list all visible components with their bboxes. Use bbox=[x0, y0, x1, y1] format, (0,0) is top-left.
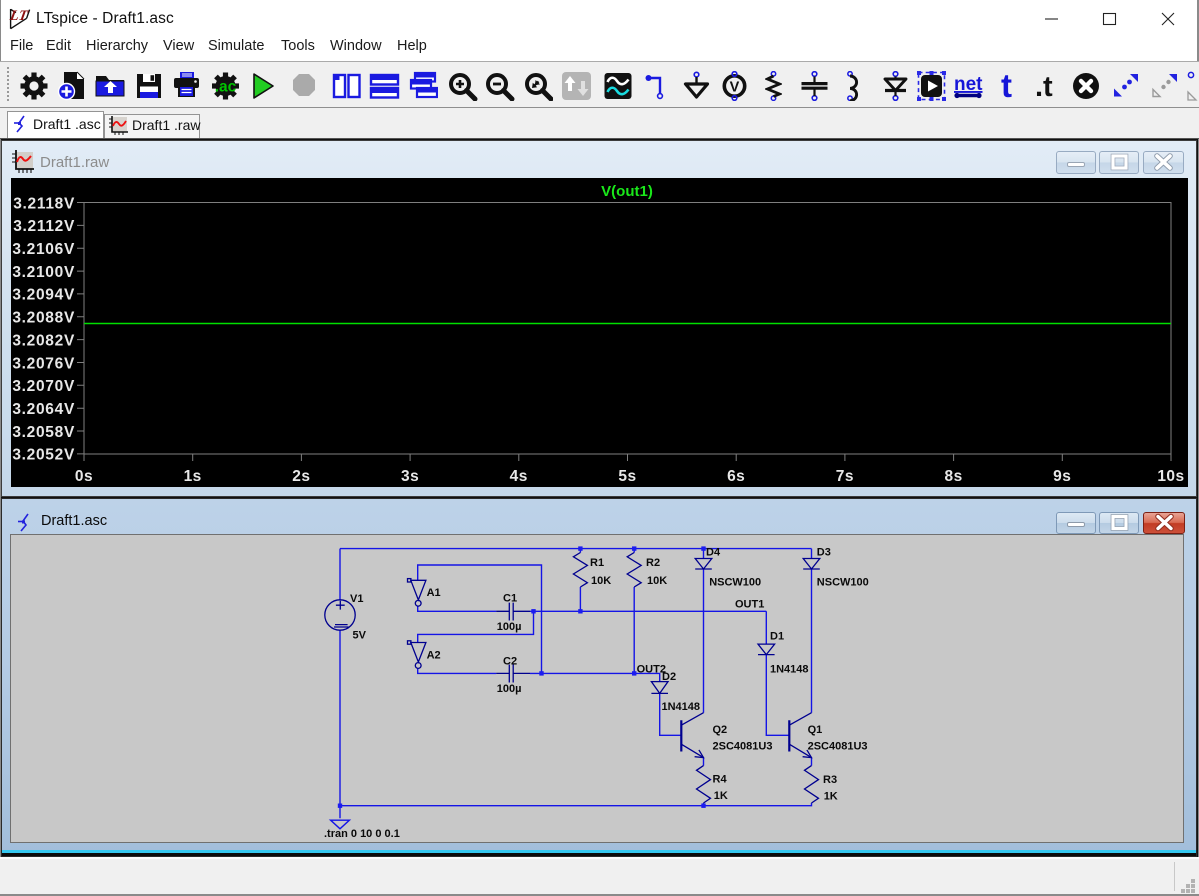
svg-text:A2: A2 bbox=[427, 649, 441, 661]
svg-text:8s: 8s bbox=[944, 468, 962, 485]
svg-text:R3: R3 bbox=[823, 774, 837, 786]
svg-text:D2: D2 bbox=[662, 671, 676, 683]
svg-text:3s: 3s bbox=[401, 468, 419, 485]
svg-text:3.2058V: 3.2058V bbox=[12, 424, 75, 441]
svg-text:3.2064V: 3.2064V bbox=[12, 401, 75, 418]
svg-text:10s: 10s bbox=[1157, 468, 1184, 485]
svg-text:V1: V1 bbox=[350, 593, 363, 605]
svg-text:0s: 0s bbox=[75, 468, 93, 485]
svg-text:1K: 1K bbox=[714, 790, 728, 802]
svg-text:1K: 1K bbox=[824, 791, 838, 803]
svg-text:3.2088V: 3.2088V bbox=[12, 310, 75, 327]
svg-text:2SC4081U3: 2SC4081U3 bbox=[713, 741, 773, 753]
svg-text:OUT1: OUT1 bbox=[735, 599, 764, 611]
svg-text:R2: R2 bbox=[646, 557, 660, 569]
svg-text:5s: 5s bbox=[618, 468, 636, 485]
svg-text:2s: 2s bbox=[292, 468, 310, 485]
svg-text:100µ: 100µ bbox=[497, 621, 522, 633]
svg-text:Q1: Q1 bbox=[808, 724, 823, 736]
svg-text:7s: 7s bbox=[836, 468, 854, 485]
svg-text:3.2118V: 3.2118V bbox=[13, 195, 75, 212]
svg-text:5V: 5V bbox=[353, 629, 367, 641]
svg-text:A1: A1 bbox=[427, 587, 441, 599]
svg-text:net: net bbox=[954, 74, 983, 95]
svg-text:4s: 4s bbox=[510, 468, 528, 485]
svg-text:3.2106V: 3.2106V bbox=[12, 241, 75, 258]
svg-text:NSCW100: NSCW100 bbox=[817, 577, 869, 589]
svg-text:3.2070V: 3.2070V bbox=[12, 378, 75, 395]
svg-text:R1: R1 bbox=[590, 557, 604, 569]
svg-text:R4: R4 bbox=[713, 774, 728, 786]
svg-text:3.2112V: 3.2112V bbox=[13, 218, 75, 235]
svg-text:9s: 9s bbox=[1053, 468, 1071, 485]
svg-text:t: t bbox=[1001, 70, 1012, 100]
svg-text:D1: D1 bbox=[770, 631, 784, 643]
svg-text:1s: 1s bbox=[184, 468, 202, 485]
svg-text:3.2094V: 3.2094V bbox=[12, 287, 75, 304]
svg-text:2SC4081U3: 2SC4081U3 bbox=[808, 741, 868, 753]
svg-text:10K: 10K bbox=[647, 575, 667, 587]
svg-text:NSCW100: NSCW100 bbox=[709, 577, 761, 589]
svg-text:D3: D3 bbox=[817, 547, 831, 559]
svg-text:Q2: Q2 bbox=[713, 724, 728, 736]
svg-text:3.2052V: 3.2052V bbox=[12, 447, 75, 464]
svg-text:V: V bbox=[730, 80, 740, 96]
svg-text:.t: .t bbox=[1035, 71, 1053, 100]
svg-text:3.2082V: 3.2082V bbox=[12, 332, 75, 349]
svg-text:C2: C2 bbox=[503, 655, 517, 667]
svg-text:.tran 0 10 0 0.1: .tran 0 10 0 0.1 bbox=[324, 828, 400, 840]
svg-text:D4: D4 bbox=[706, 547, 721, 559]
svg-text:3.2076V: 3.2076V bbox=[12, 355, 75, 372]
svg-text:V(out1): V(out1) bbox=[601, 183, 653, 200]
svg-text:6s: 6s bbox=[727, 468, 745, 485]
svg-text:100µ: 100µ bbox=[497, 683, 522, 695]
svg-text:3.2100V: 3.2100V bbox=[12, 264, 75, 281]
svg-text:LT: LT bbox=[8, 8, 30, 24]
svg-text:1N4148: 1N4148 bbox=[662, 701, 701, 713]
svg-text:1N4148: 1N4148 bbox=[770, 664, 809, 676]
svg-text:C1: C1 bbox=[503, 593, 517, 605]
svg-text:10K: 10K bbox=[591, 575, 611, 587]
svg-text:.ac: .ac bbox=[215, 79, 237, 96]
